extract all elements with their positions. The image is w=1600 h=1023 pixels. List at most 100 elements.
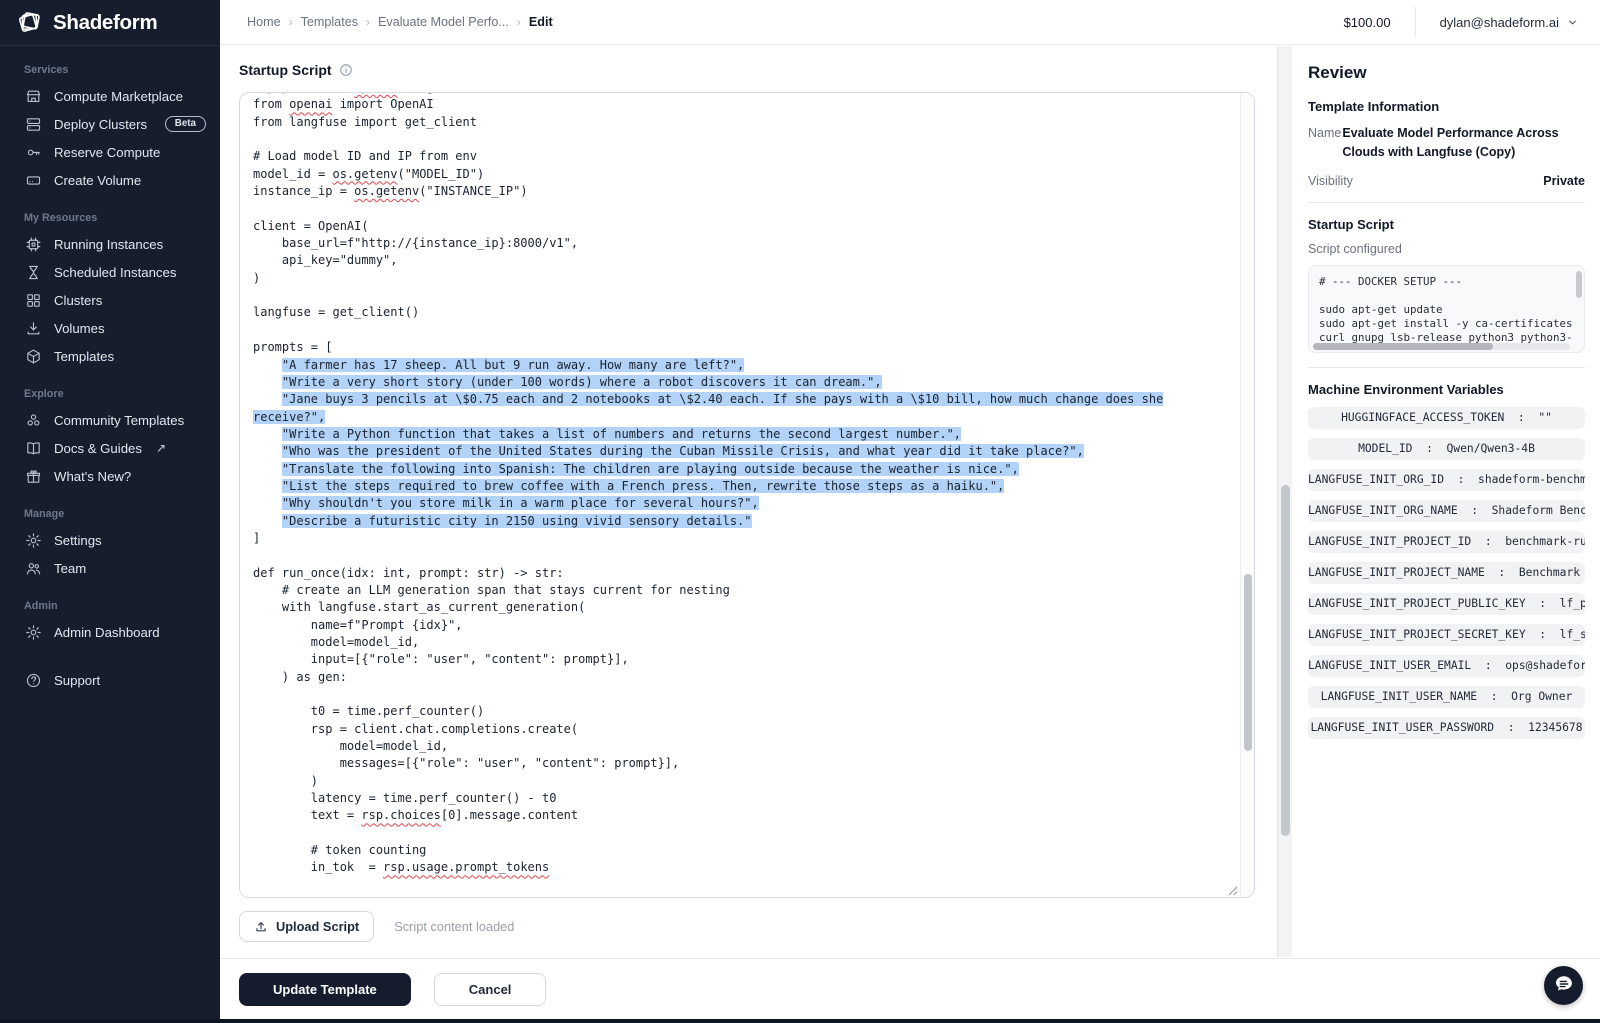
download-icon xyxy=(24,319,42,337)
code-line: "Who was the president of the United Sta… xyxy=(253,443,1234,460)
code-line: ) xyxy=(253,270,1234,287)
info-icon[interactable] xyxy=(339,63,353,77)
visibility-label: Visibility xyxy=(1308,174,1353,188)
script-status: Script configured xyxy=(1308,242,1585,256)
account-menu[interactable]: dylan@shadeform.ai xyxy=(1440,15,1578,30)
editor-scrollbar[interactable] xyxy=(1240,93,1254,897)
sidebar-item-docs-guides[interactable]: Docs & Guides ↗ xyxy=(0,434,220,462)
sidebar-item-label: Community Templates xyxy=(54,413,184,428)
env-var-huggingface-access-token: HUGGINGFACE_ACCESS_TOKEN : "" xyxy=(1308,407,1585,429)
preview-vertical-scrollbar[interactable] xyxy=(1576,271,1582,298)
chevron-down-icon xyxy=(1567,17,1578,28)
sidebar-item-compute-marketplace[interactable]: Compute Marketplace xyxy=(0,82,220,110)
env-var-langfuse-init-user-password: LANGFUSE_INIT_USER_PASSWORD : 12345678 xyxy=(1308,717,1585,739)
template-name-value: Evaluate Model Performance Across Clouds… xyxy=(1342,124,1585,162)
sidebar-item-templates[interactable]: Templates xyxy=(0,342,220,370)
gear-icon xyxy=(24,531,42,549)
review-title: Review xyxy=(1308,63,1585,83)
code-line: "Write a Python function that takes a li… xyxy=(253,426,1234,443)
upload-icon xyxy=(254,920,268,934)
preview-horizontal-thumb[interactable] xyxy=(1313,343,1493,350)
code-line: "Jane buys 3 pencils at \$0.75 each and … xyxy=(253,391,1234,408)
sidebar-item-community-templates[interactable]: Community Templates xyxy=(0,406,220,434)
editor-code-lines: # pip install openai langfusefrom openai… xyxy=(240,93,1240,889)
topbar-right: $100.00 dylan@shadeform.ai xyxy=(1344,7,1578,37)
breadcrumb-separator: › xyxy=(366,15,370,29)
editor-scrollbar-thumb[interactable] xyxy=(1244,574,1252,751)
sidebar-item-label: Support xyxy=(54,673,100,688)
sidebar-item-create-volume[interactable]: Create Volume xyxy=(0,166,220,194)
code-line: api_key="dummy", xyxy=(253,252,1234,269)
code-line: instance_ip = os.getenv("INSTANCE_IP") xyxy=(253,183,1234,200)
code-line: input=[{"role": "user", "content": promp… xyxy=(253,651,1234,668)
sidebar-item-deploy-clusters[interactable]: Deploy ClustersBeta xyxy=(0,110,220,138)
env-var-list: HUGGINGFACE_ACCESS_TOKEN : ""MODEL_ID : … xyxy=(1308,407,1585,739)
cpu-icon xyxy=(24,235,42,253)
breadcrumb-edit: Edit xyxy=(529,15,553,29)
resize-handle-icon[interactable] xyxy=(1227,883,1238,894)
servers-icon xyxy=(24,115,42,133)
breadcrumb-separator: › xyxy=(289,15,293,29)
sidebar-item-scheduled-instances[interactable]: Scheduled Instances xyxy=(0,258,220,286)
topbar: Home › Templates › Evaluate Model Perfo... › E… xyxy=(220,0,1600,45)
name-label: Name xyxy=(1308,124,1341,162)
breadcrumb-evaluate-model-perfo[interactable]: Evaluate Model Perfo... xyxy=(378,15,509,29)
external-link-icon: ↗ xyxy=(156,441,166,455)
sidebar-item-support[interactable]: Support xyxy=(0,666,220,694)
page-title-row: Startup Script xyxy=(239,62,353,78)
code-line xyxy=(253,322,1234,339)
sidebar-item-label: Docs & Guides xyxy=(54,441,142,456)
script-preview[interactable]: # --- DOCKER SETUP --- sudo apt-get upda… xyxy=(1308,265,1585,353)
sidebar-item-clusters[interactable]: Clusters xyxy=(0,286,220,314)
breadcrumb-home[interactable]: Home xyxy=(247,15,281,29)
sidebar-item-reserve-compute[interactable]: Reserve Compute xyxy=(0,138,220,166)
code-line: def run_once(idx: int, prompt: str) -> s… xyxy=(253,565,1234,582)
page-scrollbar-thumb[interactable] xyxy=(1281,485,1290,836)
sidebar-item-team[interactable]: Team xyxy=(0,554,220,582)
code-line xyxy=(253,825,1234,842)
breadcrumb-templates[interactable]: Templates xyxy=(301,15,358,29)
sidebar-item-running-instances[interactable]: Running Instances xyxy=(0,230,220,258)
header-divider xyxy=(1415,7,1416,37)
sidebar-item-label: Clusters xyxy=(54,293,102,308)
nav-section-label: Services xyxy=(0,64,220,76)
code-line: client = OpenAI( xyxy=(253,218,1234,235)
code-line: ) as gen: xyxy=(253,669,1234,686)
update-template-button[interactable]: Update Template xyxy=(239,973,411,1006)
account-balance[interactable]: $100.00 xyxy=(1344,15,1391,30)
code-line xyxy=(253,686,1234,703)
env-var-langfuse-init-org-id: LANGFUSE_INIT_ORG_ID : shadeform-benchma… xyxy=(1308,469,1585,491)
startup-script-editor[interactable]: # pip install openai langfusefrom openai… xyxy=(239,92,1255,898)
gift-icon xyxy=(24,467,42,485)
upload-row: Upload Script Script content loaded xyxy=(239,911,514,942)
review-panel: Review Template Information Name Evaluat… xyxy=(1292,45,1600,958)
sidebar-item-label: Running Instances xyxy=(54,237,163,252)
sidebar-item-settings[interactable]: Settings xyxy=(0,526,220,554)
sidebar-item-volumes[interactable]: Volumes xyxy=(0,314,220,342)
env-var-langfuse-init-project-public-key: LANGFUSE_INIT_PROJECT_PUBLIC_KEY : lf_pk… xyxy=(1308,593,1585,615)
code-line: "Write a very short story (under 100 wor… xyxy=(253,374,1234,391)
cancel-button[interactable]: Cancel xyxy=(434,973,547,1006)
code-line: text = rsp.choices[0].message.content xyxy=(253,807,1234,824)
env-var-langfuse-init-user-name: LANGFUSE_INIT_USER_NAME : Org Owner xyxy=(1308,686,1585,708)
template-information-heading: Template Information xyxy=(1308,99,1585,114)
chat-widget-button[interactable] xyxy=(1544,966,1583,1005)
code-line: from langfuse import get_client xyxy=(253,114,1234,131)
book-icon xyxy=(24,439,42,457)
sidebar-item-label: Team xyxy=(54,561,86,576)
upload-script-button[interactable]: Upload Script xyxy=(239,911,374,942)
startup-script-heading: Startup Script xyxy=(1308,217,1585,232)
code-line: ) xyxy=(253,773,1234,790)
editor-code-area: # pip install openai langfusefrom openai… xyxy=(240,93,1240,897)
code-line: from openai import OpenAI xyxy=(253,96,1234,113)
preview-horizontal-scrollbar[interactable] xyxy=(1313,343,1570,350)
sidebar-item-admin-dashboard[interactable]: Admin Dashboard xyxy=(0,618,220,646)
breadcrumb-separator: › xyxy=(517,15,521,29)
code-line: ] xyxy=(253,530,1234,547)
code-line: "Translate the following into Spanish: T… xyxy=(253,461,1234,478)
logo[interactable]: Shadeform xyxy=(0,0,220,46)
divider xyxy=(1308,367,1585,368)
sidebar-item-what-s-new[interactable]: What's New? xyxy=(0,462,220,490)
page-scrollbar[interactable] xyxy=(1277,46,1292,957)
code-line: model=model_id, xyxy=(253,634,1234,651)
